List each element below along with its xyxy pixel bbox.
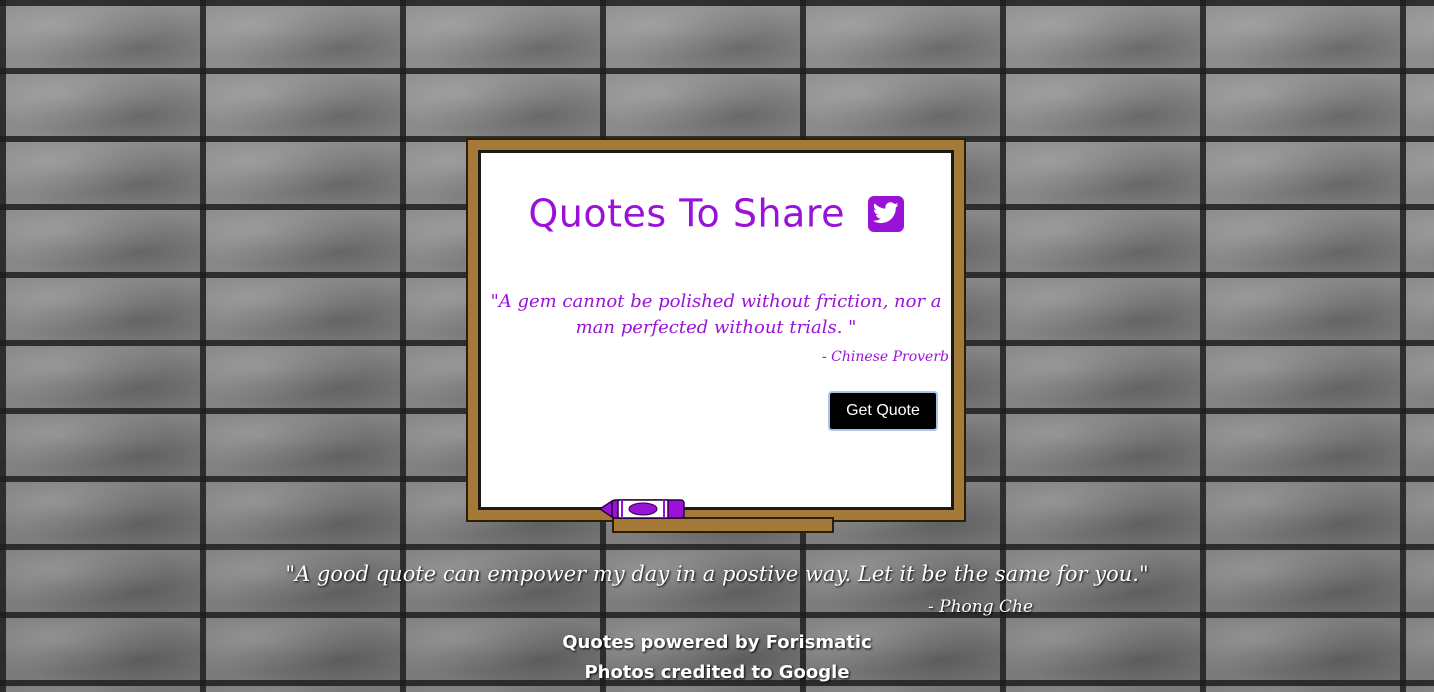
quote-text: "A gem cannot be polished without fricti… xyxy=(490,291,942,338)
credit-quotes: Quotes powered by Forismatic xyxy=(562,632,872,653)
quote-author: - Chinese Proverb xyxy=(822,349,949,365)
page-title: Quotes To Share xyxy=(481,189,951,236)
whiteboard-frame: Quotes To Share "A gem cannot be polishe… xyxy=(466,138,966,522)
title-text: Quotes To Share xyxy=(528,191,846,236)
footer-author: - Phong Che xyxy=(928,597,1034,617)
whiteboard: Quotes To Share "A gem cannot be polishe… xyxy=(478,150,954,510)
crayon-icon xyxy=(598,499,685,519)
get-quote-button[interactable]: Get Quote xyxy=(828,391,938,431)
credit-photos: Photos credited to Google xyxy=(584,662,850,683)
footer-quote: "A good quote can empower my day in a po… xyxy=(285,562,1149,586)
twitter-icon xyxy=(872,201,899,223)
tweet-button[interactable] xyxy=(867,195,904,232)
